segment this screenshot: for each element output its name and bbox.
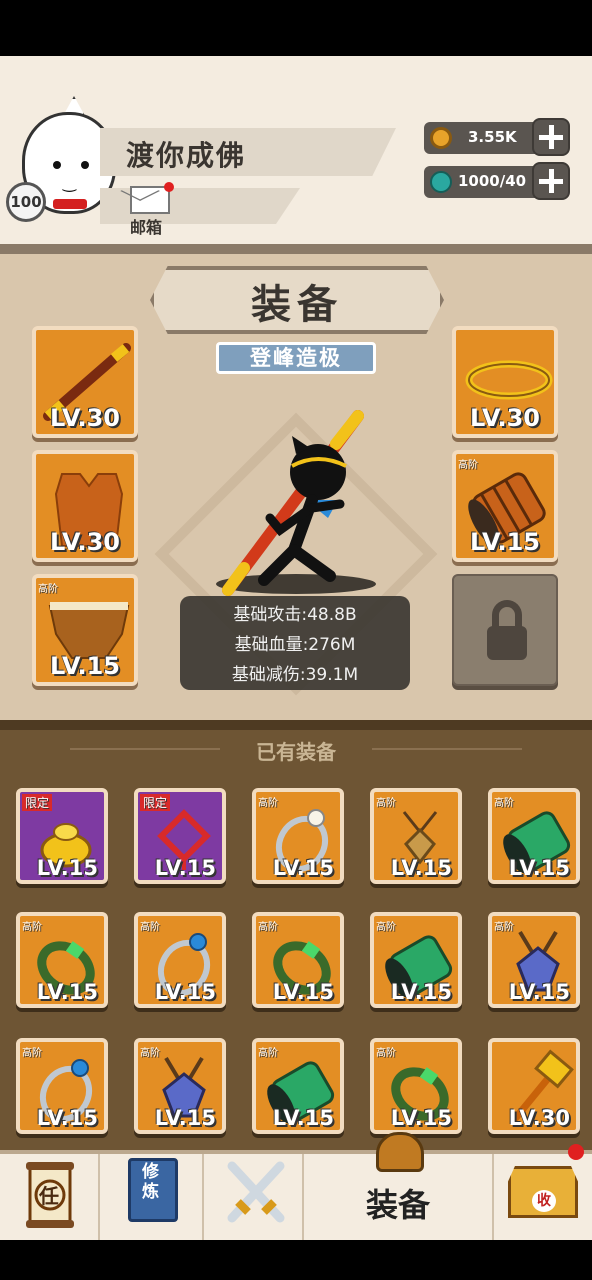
lock-icon xyxy=(487,626,527,660)
equip-label: 装备 xyxy=(365,1186,430,1224)
inventory-item-blue-gem-ring[interactable]: 高阶 LV.15 xyxy=(16,1038,108,1134)
item-tag: 限定 xyxy=(140,794,171,811)
nav-tasks[interactable]: 任 xyxy=(0,1154,100,1240)
item-level: LV.15 xyxy=(36,980,98,1004)
slot-level: LV.30 xyxy=(50,404,120,432)
equip-slot-pants[interactable]: 高阶 LV.15 xyxy=(32,574,138,686)
item-level: LV.15 xyxy=(390,856,452,880)
slot-level: LV.30 xyxy=(470,404,540,432)
avatar-scarf xyxy=(53,199,87,209)
system-nav-bar xyxy=(0,1240,592,1280)
inventory-item-jade-bangle[interactable]: 高阶 LV.15 xyxy=(370,1038,462,1134)
item-level: LV.15 xyxy=(508,980,570,1004)
tasks-label: 任 xyxy=(39,1184,59,1208)
energy-gem-icon xyxy=(430,171,452,193)
stat-hp: 基础血量:276M xyxy=(234,635,356,655)
stat-damage-reduction: 基础减伤:39.1M xyxy=(231,665,359,685)
item-level: LV.30 xyxy=(508,1106,570,1130)
item-tag: 高阶 xyxy=(258,1048,278,1059)
mail-icon[interactable] xyxy=(130,186,170,214)
helmet-icon xyxy=(376,1132,424,1172)
inventory-item-blue-gem-ring[interactable]: 高阶 LV.15 xyxy=(134,912,226,1008)
inventory-border xyxy=(0,720,592,730)
item-level: LV.15 xyxy=(390,980,452,1004)
slot-tag: 高阶 xyxy=(38,584,58,595)
item-tag: 高阶 xyxy=(140,1048,160,1059)
stat-attack: 基础攻击:48.8B xyxy=(233,605,357,625)
player-level-badge: 100 xyxy=(6,182,46,222)
item-tag: 高阶 xyxy=(376,798,396,809)
hero-character xyxy=(222,410,364,596)
equip-slot-headband[interactable]: LV.30 xyxy=(452,326,558,438)
item-level: LV.15 xyxy=(272,1106,334,1130)
inventory-item-jade-bangle[interactable]: 高阶 LV.15 xyxy=(252,912,344,1008)
add-coins-button[interactable] xyxy=(532,118,570,156)
equip-slot-locked[interactable] xyxy=(452,574,558,686)
energy-value: 1000/40 xyxy=(458,172,527,190)
item-tag: 高阶 xyxy=(258,798,278,809)
item-tag: 高阶 xyxy=(140,922,160,933)
slot-level: LV.15 xyxy=(50,652,120,680)
inventory-item-jade-bangle[interactable]: 高阶 LV.15 xyxy=(16,912,108,1008)
item-level: LV.15 xyxy=(36,856,98,880)
inventory-item-gold-ingot[interactable]: 限定 LV.15 xyxy=(16,788,108,884)
mail-label[interactable]: 邮箱 xyxy=(130,214,162,238)
item-tag: 高阶 xyxy=(494,922,514,933)
slot-level: LV.15 xyxy=(470,528,540,556)
item-tag: 高阶 xyxy=(258,922,278,933)
mail-notification-dot xyxy=(164,182,174,192)
item-tag: 限定 xyxy=(22,794,53,811)
rank-ribbon: 登峰造极 xyxy=(216,342,376,374)
nav-battle[interactable] xyxy=(204,1154,304,1240)
stats-box: 基础攻击:48.8B 基础血量:276M 基础减伤:39.1M xyxy=(180,596,410,690)
collect-notification-dot xyxy=(568,1144,584,1160)
inventory-item-chinese-knot[interactable]: 限定 LV.15 xyxy=(134,788,226,884)
slot-level: LV.30 xyxy=(50,528,120,556)
avatar-eye-left xyxy=(53,161,61,169)
inventory-item-jade-bracer[interactable]: 高阶 LV.15 xyxy=(488,788,580,884)
item-level: LV.15 xyxy=(154,980,216,1004)
slot-tag: 高阶 xyxy=(458,460,478,471)
item-level: LV.15 xyxy=(154,856,216,880)
inventory-title: 已有装备 xyxy=(256,740,336,764)
nav-collect[interactable]: 收 xyxy=(494,1154,592,1240)
item-level: LV.15 xyxy=(390,1106,452,1130)
inventory-item-blue-amulet[interactable]: 高阶 LV.15 xyxy=(134,1038,226,1134)
inventory-item-jade-bracer[interactable]: 高阶 LV.15 xyxy=(370,912,462,1008)
inventory-item-golden-hammer[interactable]: LV.30 xyxy=(488,1038,580,1134)
bottom-nav: 任 修炼 装备 收 xyxy=(0,1132,592,1240)
inventory-item-jade-bracer[interactable]: 高阶 LV.15 xyxy=(252,1038,344,1134)
coins-value: 3.55K xyxy=(468,128,517,146)
item-level: LV.15 xyxy=(272,856,334,880)
inventory-item-bronze-amulet[interactable]: 高阶 LV.15 xyxy=(370,788,462,884)
avatar-mouth: ‿ xyxy=(63,173,76,192)
item-tag: 高阶 xyxy=(376,1048,396,1059)
inventory-item-blue-amulet[interactable]: 高阶 LV.15 xyxy=(488,912,580,1008)
nav-equip[interactable]: 装备 xyxy=(304,1132,494,1240)
item-level: LV.15 xyxy=(36,1106,98,1130)
item-tag: 高阶 xyxy=(22,1048,42,1059)
item-level: LV.15 xyxy=(154,1106,216,1130)
item-level: LV.15 xyxy=(508,856,570,880)
panel-border xyxy=(0,244,592,254)
player-name: 渡你成佛 xyxy=(126,139,247,172)
equip-slot-bracer[interactable]: 高阶 LV.15 xyxy=(452,450,558,562)
item-tag: 高阶 xyxy=(494,798,514,809)
item-tag: 高阶 xyxy=(22,922,42,933)
item-level: LV.15 xyxy=(272,980,334,1004)
panel-title: 装备 xyxy=(251,282,343,328)
coin-icon xyxy=(430,127,452,149)
crossed-swords-icon xyxy=(227,1161,285,1223)
equip-slot-armor[interactable]: LV.30 xyxy=(32,450,138,562)
nav-cultivate[interactable]: 修炼 xyxy=(100,1154,204,1240)
equip-slot-weapon[interactable]: LV.30 xyxy=(32,326,138,438)
inventory-item-pearl-ring[interactable]: 高阶 LV.15 xyxy=(252,788,344,884)
status-bar xyxy=(0,0,592,56)
avatar-eye-right xyxy=(81,161,89,169)
item-tag: 高阶 xyxy=(376,922,396,933)
add-energy-button[interactable] xyxy=(532,162,570,200)
cultivate-label: 修炼 xyxy=(142,1162,159,1202)
collect-label: 收 xyxy=(532,1190,556,1212)
